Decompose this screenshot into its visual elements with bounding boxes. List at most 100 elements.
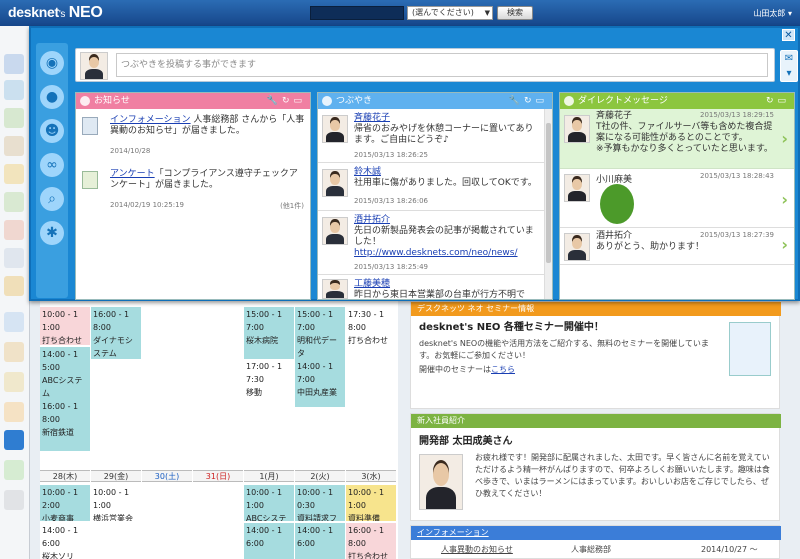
newcomer-photo [419,454,463,510]
calendar-event[interactable]: 14:00 - 1 7:00 中田丸産業 [295,359,345,407]
list-item[interactable]: 酒井拓介 ありがとう、助かります！ 2015/03/13 18:27:39 › [560,229,794,265]
report-app-icon[interactable] [4,372,24,392]
schedule-app-icon[interactable] [4,80,24,100]
event-title: 小麦商事 [42,514,74,521]
panel-controls[interactable]: ↻▭ [766,93,790,109]
event-t2: 1:00 [348,501,366,510]
list-item[interactable]: 鈴木誠 社用車に傷がありました。回収してOKです。 2015/03/13 18:2… [318,165,552,211]
event-t2: 8:00 [42,415,60,424]
calendar-event[interactable]: 16:00 - 1 8:00 新宿鉄道 [40,399,90,451]
search-input[interactable] [310,6,404,20]
event-t2: 7:00 [297,375,315,384]
app-logo[interactable]: desknet's NEO [8,4,103,22]
calendar-event[interactable]: 14:00 - 1 5:00 ABCシステム [40,347,90,399]
seminar-body: desknet's NEOの機能や活用方法をご紹介する、無料のセミナーを開催して… [419,339,709,360]
day-header[interactable]: 1(月) [244,470,294,482]
walker-app-icon[interactable] [4,460,24,480]
search-button[interactable]: 検索 [497,6,533,20]
day-header[interactable]: 29(金) [91,470,141,482]
neo-app-icon[interactable] [4,430,24,450]
day-header[interactable]: 2(火) [295,470,345,482]
seminar-link[interactable]: こちら [491,365,515,374]
seminar-title: desknet's NEO 各種セミナー開催中！ [419,322,604,333]
panel-controls[interactable]: 🔧↻▭ [509,93,548,109]
calendar-event[interactable]: 15:00 - 1 7:00 明和代データ [295,307,345,359]
search-category-select[interactable]: (選んでください) [407,6,493,20]
calendar-event[interactable]: 10:00 - 1 2:00 小麦商事 [40,485,90,521]
event-title: 中田丸産業 [297,388,337,397]
calendar-event[interactable]: 10:00 - 1 0:30 資料請求フォロー [295,485,345,521]
user-menu[interactable]: 山田太郎 ▾ [753,8,792,19]
event-t1: 10:00 - 1 [348,488,385,497]
chevron-right-icon[interactable]: › [781,235,788,254]
calendar-app-icon[interactable] [4,54,24,74]
event-t2: 1:00 [42,323,60,332]
warning-app-icon[interactable] [4,402,24,422]
scrollbar[interactable] [544,109,552,299]
memo-app-icon[interactable] [4,164,24,184]
document-icon [82,117,98,135]
chevron-right-icon[interactable]: › [781,129,788,148]
event-title: ABCシステム [42,376,83,398]
event-t1: 16:00 - 1 [42,402,79,411]
timecard-app-icon[interactable] [4,192,24,212]
calendar-event[interactable]: 14:00 - 1 6:00 [295,523,345,559]
calendar-event[interactable]: 10:00 - 1 1:00 資料準備 [346,485,396,521]
event-t2: 7:00 [297,323,315,332]
event-t1: 10:00 - 1 [42,310,79,319]
list-item[interactable]: インフォメーション 人事総務部 さんから「人事異動のお知らせ」が届きました。 2… [76,113,310,163]
day-header[interactable]: 28(木) [40,470,90,482]
address-app-icon[interactable] [4,312,24,332]
post-button[interactable]: ✉ ▾ [780,50,798,82]
calendar-event[interactable]: 17:30 - 1 8:00 打ち合わせ [346,307,396,345]
event-t1: 16:00 - 1 [348,526,385,535]
calendar-event[interactable]: 10:00 - 1 1:00 打ち合わせ [40,307,90,345]
calendar-event[interactable]: 15:00 - 1 7:00 桜木病院 [244,307,294,359]
search-icon[interactable]: ⌕ [40,187,64,211]
avatar [564,233,590,261]
link-icon[interactable]: ∞ [40,153,64,177]
event-title: ABCシステム [246,514,287,521]
calendar-week-view: 28(木) 29(金) 30(土) 31(日) 1(月) 2(火) 3(水) 10:00 - … [40,301,398,559]
day-header[interactable]: 31(日) [193,470,243,482]
list-item[interactable]: 斉藤花子 T社の件、ファイルサーバ等も含めた複合提案になる可能性があるとのことです… [560,109,794,169]
list-item[interactable]: アンケート「コンプライアンス遵守チェックアンケート」が届きました。 2014/0… [76,167,310,217]
broadcast-icon[interactable]: ◉ [40,51,64,75]
chevron-right-icon[interactable]: › [781,190,788,209]
list-item[interactable]: 小川麻美 2015/03/13 18:28:43 › [560,170,794,228]
cabinet-app-icon[interactable] [4,342,24,362]
notice-header: お知らせ 🔧↻▭ [76,93,310,109]
database-app-icon[interactable] [4,490,24,510]
calendar-event[interactable]: 10:00 - 1 1:00 横浜営業会議 [91,485,141,521]
files-app-icon[interactable] [4,276,24,296]
mail-app-icon[interactable] [4,136,24,156]
list-item[interactable]: 斉藤花子 帰省のおみやげを休憩コーナーに置いてあります。ご自由にどうぞ♪ 2015… [318,111,552,163]
day-header[interactable]: 30(土) [142,470,192,482]
calendar-event[interactable]: 17:00 - 1 7:30 移動 [244,359,294,399]
event-t1: 15:00 - 1 [297,310,334,319]
info-row-link[interactable]: 人事異動のお知らせ [441,544,513,556]
board-app-icon[interactable] [4,220,24,240]
list-item[interactable]: 酒井拓介 先日の新製品発表会の記事が掲載されていました！ http://www.de… [318,213,552,275]
event-t1: 14:00 - 1 [42,526,79,535]
document-app-icon[interactable] [4,248,24,268]
calendar-event[interactable]: 16:00 - 1 8:00 ダイナモシステム [91,307,141,359]
seminar-image [729,322,771,376]
calendar-event[interactable]: 14:00 - 1 6:00 [244,523,294,559]
person-icon[interactable]: ☻ [40,119,64,143]
tweet-header: つぶやき 🔧↻▭ [318,93,552,109]
chat-bubble-icon[interactable]: ● [40,85,64,109]
calendar-event[interactable]: 14:00 - 1 6:00 桜木ソリ [40,523,90,559]
info-row-dept: 人事総務部 [571,545,611,554]
facility-app-icon[interactable] [4,108,24,128]
calendar-event[interactable]: 10:00 - 1 1:00 ABCシステム [244,485,294,521]
day-header[interactable]: 3(水) [346,470,396,482]
info-header[interactable]: インフォメーション [411,526,781,540]
calendar-event[interactable]: 16:00 - 1 8:00 打ち合わせ [346,523,396,559]
panel-nav: ◉ ● ☻ ∞ ⌕ ✱ [36,43,68,298]
list-item[interactable]: 工藤美穂昨日から東日本営業部の台車が行方不明です。ど [318,277,552,299]
panel-controls[interactable]: 🔧↻▭ [267,93,306,109]
close-icon[interactable]: ✕ [782,29,795,41]
gear-icon[interactable]: ✱ [40,221,64,245]
post-input[interactable]: つぶやきを投稿する事ができます [116,53,768,77]
